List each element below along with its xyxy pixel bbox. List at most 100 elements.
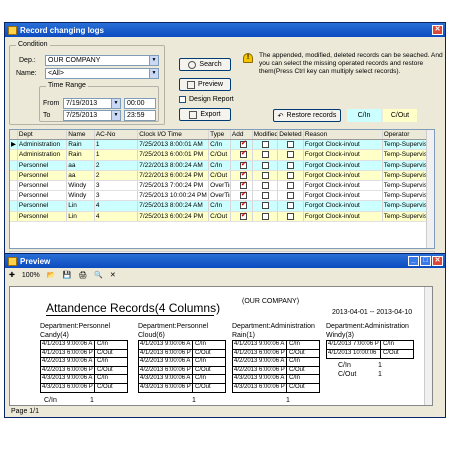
column-header[interactable]: Dept [18,130,68,140]
name-select[interactable]: <All> ▼ [45,68,159,79]
from-date-picker[interactable]: 7/19/2013 ▼ [63,98,121,109]
checkbox-icon[interactable] [287,202,295,210]
checkbox-icon[interactable] [239,201,247,210]
column-header[interactable]: Clock I/O Time [138,130,210,140]
table-cell [231,191,253,201]
checkbox-icon[interactable] [239,191,247,200]
checkbox-icon[interactable] [179,96,186,103]
checkbox-icon[interactable] [261,141,269,149]
find-icon[interactable]: 🔍 [94,271,103,279]
checkbox-icon[interactable] [239,140,247,149]
checkbox-icon[interactable] [261,212,269,220]
checkbox-icon[interactable] [239,171,247,179]
column-header[interactable]: Reason [304,130,383,140]
checkbox-icon[interactable] [287,181,295,189]
preview-toolbar: ✚ 100% 📂 💾 🖨 🔍 ✕ [9,271,116,280]
column-header[interactable]: Modified [253,130,279,140]
table-cell: Personnel [18,180,68,191]
table-cell [278,201,304,211]
row-selector[interactable] [10,211,18,221]
vertical-scrollbar[interactable] [426,130,434,248]
checkbox-icon[interactable] [239,212,247,220]
preview-button-label: Preview [198,81,223,88]
row-selector[interactable] [10,180,18,191]
column-header[interactable]: Type [209,130,231,140]
table-cell: 3 [95,191,139,201]
info-bulb-icon: ! [243,53,253,63]
column-header[interactable]: Name [67,130,95,140]
open-icon[interactable]: 📂 [47,271,56,279]
table-row[interactable]: PersonnelLin47/25/2013 8:00:24 AMC/In For… [10,201,434,212]
checkbox-icon[interactable] [287,171,295,179]
row-selector[interactable] [10,191,18,201]
report-row: 4/1/2013 7:00:06 P C/In [327,341,413,350]
search-button[interactable]: Search [179,58,231,71]
design-report-checkbox[interactable]: Design Report [179,96,234,103]
checkbox-icon[interactable] [287,151,295,159]
table-row[interactable]: Personnelaa27/22/2013 8:00:24 AMC/In Forg… [10,160,434,171]
report-row: 4/1/2013 6:00:06 P C/Out [233,349,319,358]
close-button[interactable]: ✕ [432,25,443,35]
from-time-spinner[interactable]: 00:00 [124,98,156,109]
table-row[interactable]: ▶ Administration Rain 1 7/25/2013 8:00:01 AM… [10,140,434,151]
checkbox-icon[interactable] [261,192,269,200]
checkbox-icon[interactable] [287,212,295,220]
minimize-button[interactable]: _ [408,256,419,266]
chevron-down-icon[interactable]: ▼ [111,111,120,120]
report-type: C/Out [97,366,113,373]
close-button[interactable]: ✕ [432,256,443,266]
report-record-box: 4/1/2013 7:00:06 P C/In 4/1/2013 10:00:06 C… [326,340,414,359]
chevron-down-icon[interactable]: ▼ [149,69,158,78]
restore-records-button[interactable]: ↶ Restore records [273,109,341,122]
checkbox-icon[interactable] [261,181,269,189]
time-range-label: Time Range [46,82,88,89]
column-header[interactable]: Add [231,130,253,140]
row-selector[interactable] [10,160,18,170]
checkbox-icon[interactable] [239,150,247,159]
row-selector[interactable] [10,150,18,160]
save-icon[interactable]: 💾 [63,271,72,279]
maximize-button[interactable]: □ [420,256,431,266]
table-row[interactable]: Personnel Windy 3 7/25/2013 10:00:24 PM Over… [10,191,434,202]
chevron-down-icon[interactable]: ▼ [111,99,120,108]
checkbox-icon[interactable] [261,171,269,179]
report-person: Candy(4) [40,332,69,339]
to-date-picker[interactable]: 7/25/2013 ▼ [63,110,121,121]
table-row[interactable]: Personnel Windy 3 7/25/2013 7:00:24 PM OverT… [10,180,434,192]
report-type: C/In [383,341,395,347]
preview-vscrollbar[interactable] [424,287,432,405]
column-header[interactable]: Deleted [278,130,304,140]
dep-select[interactable]: OUR COMPANY ▼ [45,55,159,66]
records-table: Dept Name AC-No Clock I/O Time Type Add Modifi… [9,129,435,249]
table-row[interactable]: PersonnelLin47/25/2013 6:00:24 PMC/Out Fo… [10,211,434,222]
table-cell [253,140,279,150]
checkbox-icon[interactable] [239,161,247,169]
table-row[interactable]: Personnelaa27/22/2013 6:00:24 PMC/Out For… [10,170,434,181]
checkbox-icon[interactable] [287,141,295,149]
checkbox-icon[interactable] [287,161,295,169]
table-row[interactable]: Administration Rain 1 7/25/2013 6:00:01 PM C… [10,150,434,161]
zoom-level[interactable]: 100% [22,272,40,279]
footer-value: 1 [90,397,94,404]
report-record-box: 4/1/2013 9:00:06 A C/In 4/1/2013 6:00:06 P… [232,340,320,393]
to-time-spinner[interactable]: 23:59 [124,110,156,121]
close-preview-icon[interactable]: ✕ [110,271,116,279]
row-selector[interactable] [10,201,18,211]
preview-button[interactable]: Preview [179,78,231,91]
chevron-down-icon[interactable]: ▼ [149,56,158,65]
print-icon[interactable]: 🖨 [78,271,87,279]
cout-legend: C/Out [383,109,417,122]
checkbox-icon[interactable] [287,192,295,200]
checkbox-icon[interactable] [239,181,247,189]
preview-title-bar[interactable]: Preview [5,254,445,268]
table-cell [231,201,253,211]
column-header[interactable]: AC-No [95,130,139,140]
window-title-bar[interactable]: Record changing logs [5,23,445,37]
checkbox-icon[interactable] [261,202,269,210]
row-selector[interactable] [10,170,18,180]
checkbox-icon[interactable] [261,151,269,159]
fit-icon[interactable]: ✚ [9,271,15,279]
export-button[interactable]: Export [179,108,231,121]
current-row-arrow-icon[interactable]: ▶ [10,140,18,150]
checkbox-icon[interactable] [261,161,269,169]
